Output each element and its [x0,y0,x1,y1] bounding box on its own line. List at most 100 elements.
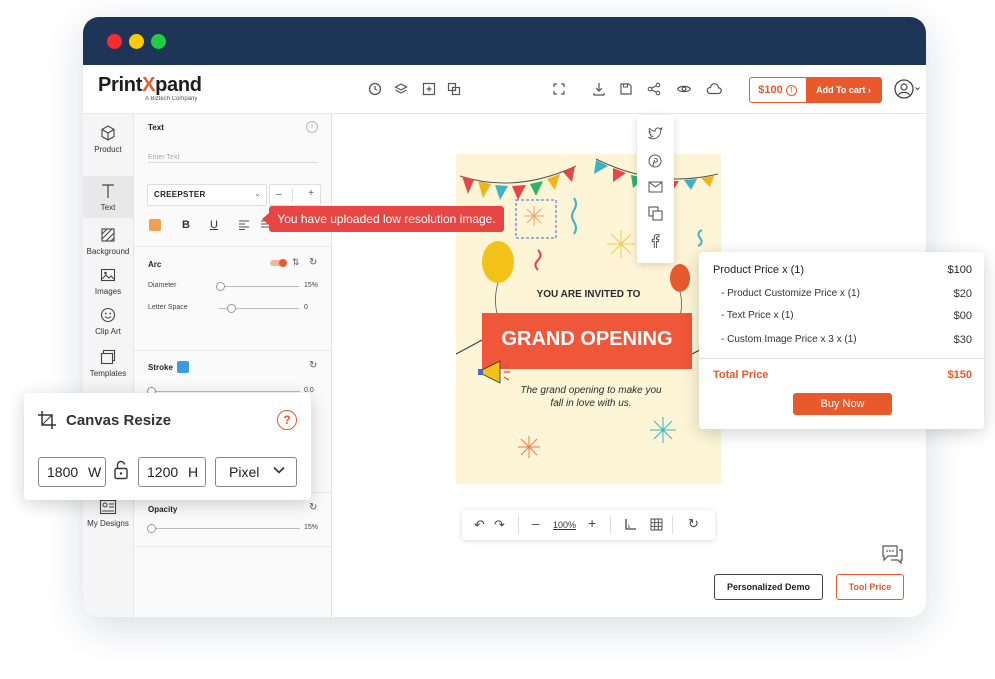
opacity-slider-track[interactable] [150,528,300,529]
reset-arc-icon[interactable]: ↻ [309,257,317,268]
properties-panel: Text i Enter Text CREEPSTER ⌄ – + B U Ar… [134,114,332,617]
diameter-slider-track[interactable] [219,286,299,287]
text-color-swatch[interactable] [149,219,161,231]
sidebar-item-templates[interactable]: Templates [83,348,133,386]
layers-icon[interactable] [391,79,411,99]
opacity-slider-handle[interactable] [147,524,156,533]
undo-icon[interactable]: ↶ [474,517,485,533]
reset-canvas-icon[interactable]: ↻ [688,516,699,532]
preview-icon[interactable] [674,79,694,99]
duplicate-icon[interactable] [444,79,464,99]
tool-price-button[interactable]: Tool Price [836,574,904,600]
email-icon[interactable] [648,181,663,193]
pinterest-icon[interactable] [648,154,662,168]
sidebar-item-text[interactable]: Text [83,176,133,218]
sidebar-item-background[interactable]: Background [83,226,133,264]
brand-logo[interactable]: PrintXpand [98,74,202,97]
brand-name-part: pand [155,74,202,96]
info-icon[interactable]: i [306,121,318,133]
megaphone-icon [478,360,510,384]
font-size-stepper[interactable]: – + [269,184,321,206]
arc-flip-icon[interactable]: ⇅ [292,257,300,268]
crop-icon [37,410,57,430]
price-row-value: $30 [953,334,972,346]
stroke-color-swatch[interactable] [177,361,189,373]
account-menu[interactable] [893,78,921,100]
unit-select[interactable]: Pixel [215,457,297,487]
headline-text[interactable]: GRAND OPENING [482,328,692,351]
price-row-value: $00 [953,310,972,322]
buy-now-button[interactable]: Buy Now [793,393,892,415]
tool-sidebar: Product Text Background Images Clip Art … [83,114,134,617]
share-icon[interactable] [644,79,664,99]
zoom-out-button[interactable]: – [532,516,539,531]
ruler-icon[interactable] [624,518,637,531]
arc-toggle[interactable] [270,259,287,267]
sidebar-item-clip-art[interactable]: Clip Art [83,306,133,344]
history-icon[interactable] [365,79,385,99]
brand-name-x: X [142,74,156,96]
height-input[interactable]: 1200 H [138,457,206,487]
font-select[interactable]: CREEPSTER ⌄ [147,184,267,206]
invitation-text[interactable]: YOU ARE INVITED TO [456,289,721,300]
download-icon[interactable] [589,79,609,99]
text-input[interactable]: Enter Text [148,146,318,163]
unit-select-value: Pixel [229,464,260,480]
size-increase-button[interactable]: + [308,188,314,199]
info-icon[interactable]: ! [785,85,797,96]
price-row-value: $20 [953,288,972,300]
unlock-icon[interactable] [113,460,129,480]
subline-line-1: The grand opening to make you [520,385,662,396]
text-input-placeholder: Enter Text [148,154,180,161]
total-price-value: $150 [947,369,972,381]
title-bar [83,17,926,65]
diameter-slider-handle[interactable] [216,282,225,291]
twitter-icon[interactable] [648,127,663,140]
fullscreen-icon[interactable] [549,79,569,99]
cube-icon [101,125,115,141]
arc-section-title: Arc [148,260,162,269]
save-icon[interactable] [616,79,636,99]
sidebar-item-label: Templates [89,369,127,378]
help-button[interactable]: ? [277,410,297,430]
sidebar-item-my-designs[interactable]: My Designs [83,498,133,542]
chat-icon[interactable] [879,542,905,566]
total-price-label: Total Price [713,369,769,381]
divider [134,246,331,247]
minimize-window-button[interactable] [129,34,144,49]
reset-opacity-icon[interactable]: ↻ [309,502,317,513]
add-to-cart-label: Add To cart [816,85,866,95]
size-decrease-button[interactable]: – [276,189,282,200]
close-window-button[interactable] [107,34,122,49]
smiley-icon [100,307,116,323]
height-value: 1200 [147,464,179,480]
cloud-icon[interactable] [704,79,724,99]
artboard[interactable]: YOU ARE INVITED TO GRAND OPENING The gra… [456,154,721,484]
subline-text[interactable]: The grand opening to make you fall in lo… [496,384,686,410]
underline-button[interactable]: U [210,219,218,231]
templates-icon [100,349,116,365]
sidebar-item-images[interactable]: Images [83,266,133,304]
price-row-label: Product Price x (1) [713,264,805,276]
align-left-icon[interactable] [238,220,250,230]
letter-space-slider-handle[interactable] [227,304,236,313]
maximize-window-button[interactable] [151,34,166,49]
add-frame-icon[interactable] [419,79,439,99]
letter-space-label: Letter Space [148,304,188,311]
copy-icon[interactable] [648,206,663,221]
facebook-icon[interactable] [650,233,660,249]
price-display[interactable]: $100 ! [750,78,805,102]
top-toolbar: PrintXpand A Biztech Company $100 ! Add … [83,65,926,114]
add-to-cart-button[interactable]: Add To cart › [806,78,881,102]
personalized-demo-button[interactable]: Personalized Demo [714,574,823,600]
price-row-value: $100 [947,264,972,276]
width-input[interactable]: 1800 W [38,457,106,487]
zoom-level[interactable]: 100% [553,520,576,530]
redo-icon[interactable]: ↷ [494,517,505,533]
reset-stroke-icon[interactable]: ↻ [309,360,317,371]
sidebar-item-product[interactable]: Product [83,124,133,166]
stroke-slider-track[interactable] [150,391,300,392]
grid-icon[interactable] [650,518,663,531]
bold-button[interactable]: B [182,219,190,231]
zoom-in-button[interactable]: + [588,515,596,531]
